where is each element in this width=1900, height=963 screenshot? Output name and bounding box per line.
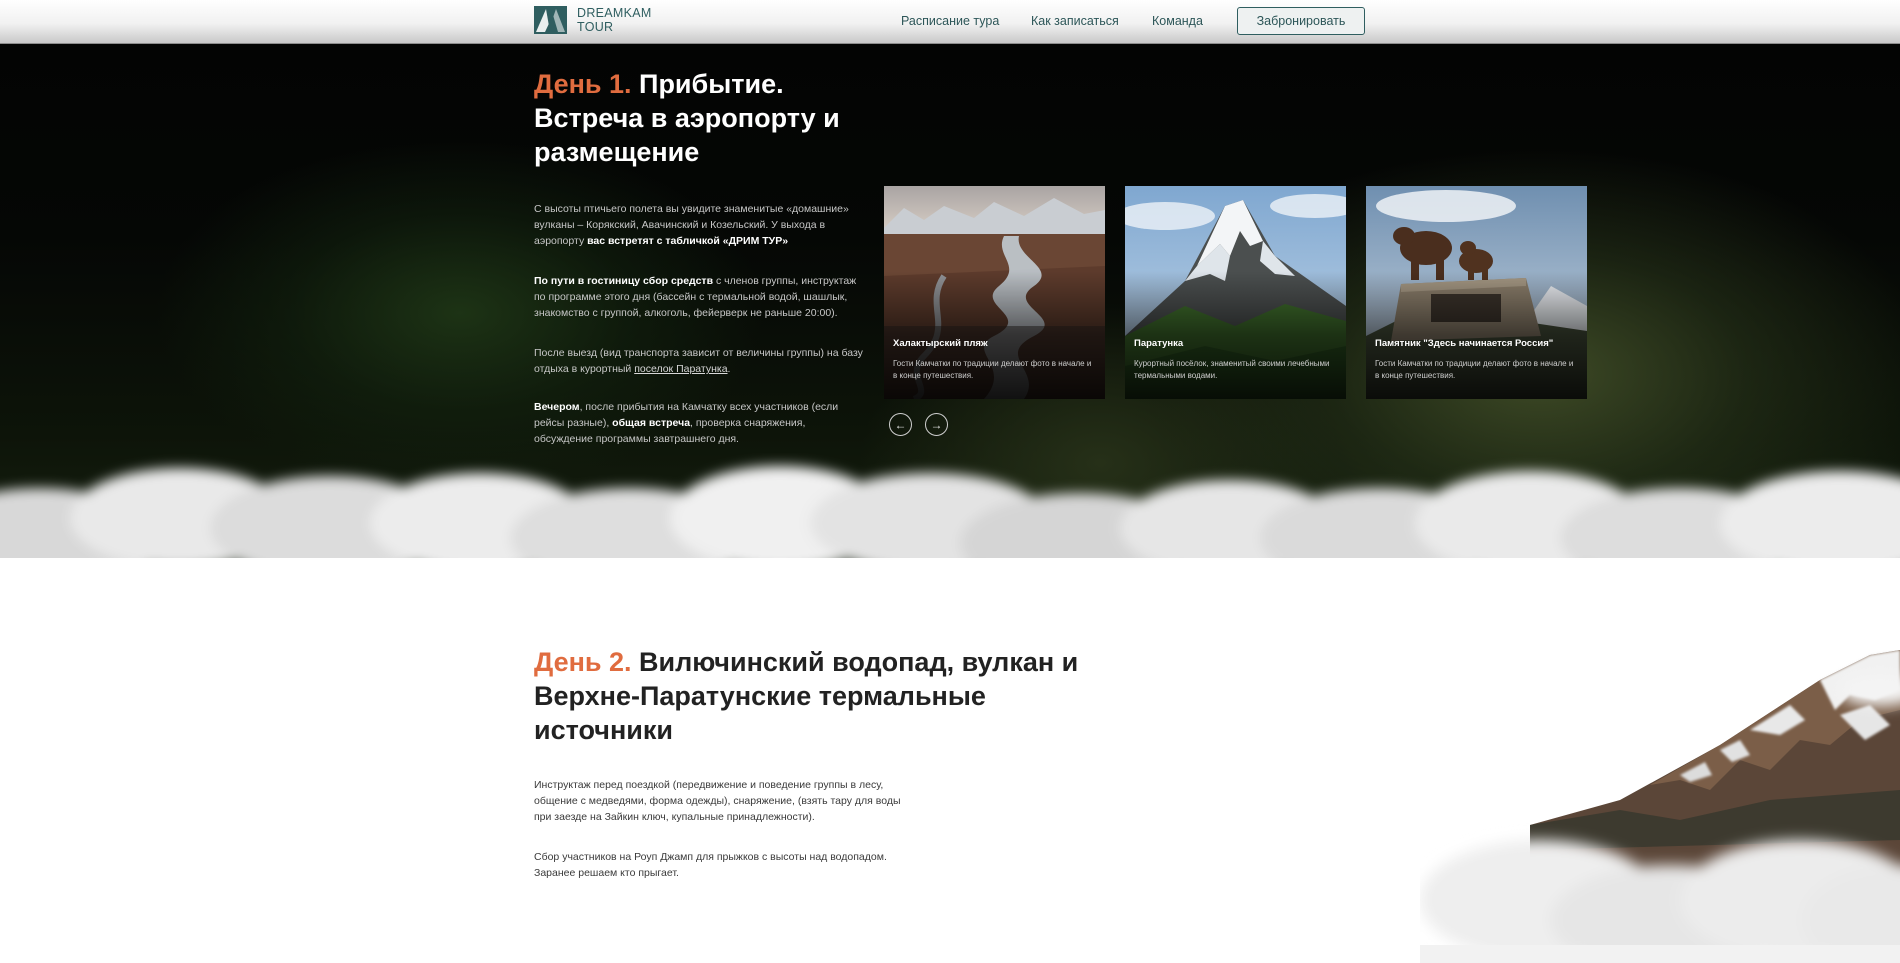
card-3-description: Гости Камчатки по традиции делают фото в… [1375, 359, 1574, 380]
day2-title-line-1: Вилючинский водопад, вулкан и [639, 647, 1079, 677]
logo[interactable]: DREAMKAM TOUR [534, 6, 652, 34]
day1-p2-bold: По пути в гостиницу сбор средств [534, 275, 714, 287]
volcano-decoration [1420, 650, 1900, 963]
day1-title-line-3: размещение [534, 137, 700, 167]
day1-title-line-1: Прибытие. [639, 69, 784, 99]
day1-p1-bold: вас встретят с табличкой «ДРИМ ТУР» [587, 235, 789, 247]
logo-mountain-icon [534, 6, 567, 34]
card-1-title: Халактырский пляж [893, 338, 988, 349]
day1-title-line-2: Встреча в аэропорту и [534, 103, 840, 133]
day1-heading: День 1. Прибытие. Встреча в аэропорту и … [534, 67, 840, 169]
logo-line-2: TOUR [577, 20, 614, 34]
nav-team-link[interactable]: Команда [1152, 14, 1203, 28]
day1-paragraph-3: После выезд (вид транспорта зависит от в… [534, 345, 864, 377]
carousel-card-3[interactable]: Памятник "Здесь начинается Россия" Гости… [1366, 186, 1587, 399]
day1-number: День 1. [534, 69, 632, 99]
paratunka-link[interactable]: поселок Паратунка [634, 363, 727, 375]
site-header: DREAMKAM TOUR Расписание тура Как записа… [0, 0, 1900, 44]
card-1-description: Гости Камчатки по традиции делают фото в… [893, 359, 1092, 380]
day1-paragraph-4: Вечером, после прибытия на Камчатку всех… [534, 399, 864, 447]
day1-p4-bold-1: Вечером [534, 401, 580, 413]
nav-how-to-join-link[interactable]: Как записаться [1031, 14, 1119, 28]
logo-line-1: DREAMKAM [577, 6, 652, 20]
card-2-description: Курортный посёлок, знаменитый своими леч… [1134, 359, 1330, 380]
day1-paragraph-2: По пути в гостиницу сбор средств с члено… [534, 273, 864, 321]
day2-heading: День 2. Вилючинский водопад, вулкан и Ве… [534, 645, 1078, 747]
book-button[interactable]: Забронировать [1237, 7, 1365, 35]
day2-title-line-3: источники [534, 715, 673, 745]
day2-title-line-2: Верхне-Паратунские термальные [534, 681, 986, 711]
day2-paragraph-2: Сбор участников на Роуп Джамп для прыжко… [534, 851, 887, 879]
day1-section: День 1. Прибытие. Встреча в аэропорту и … [0, 43, 1900, 603]
logo-text: DREAMKAM TOUR [577, 6, 652, 34]
arrow-right-icon: → [930, 418, 943, 432]
arrow-left-icon: ← [894, 418, 907, 432]
clouds-decoration [0, 466, 1900, 603]
carousel-prev-button[interactable]: ← [889, 413, 912, 436]
carousel-next-button[interactable]: → [925, 413, 948, 436]
day1-paragraph-1: С высоты птичьего полета вы увидите знам… [534, 201, 864, 249]
card-3-title: Памятник "Здесь начинается Россия" [1375, 338, 1554, 349]
day1-p3-end: . [727, 363, 731, 375]
nav-schedule-link[interactable]: Расписание тура [901, 14, 999, 28]
day2-number: День 2. [534, 647, 632, 677]
card-2-title: Паратунка [1134, 338, 1184, 349]
carousel-card-1[interactable]: Халактырский пляж Гости Камчатки по трад… [884, 186, 1105, 399]
carousel-card-2[interactable]: Паратунка Курортный посёлок, знаменитый … [1125, 186, 1346, 399]
day1-p4-bold-2: общая встреча [612, 417, 691, 429]
day2-paragraph-1: Инструктаж перед поездкой (передвижение … [534, 779, 901, 823]
